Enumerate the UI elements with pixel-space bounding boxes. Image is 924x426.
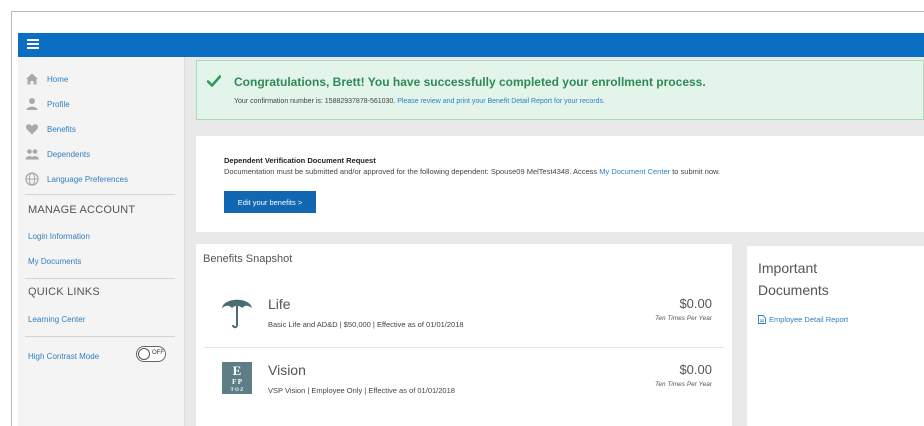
benefit-name: Life xyxy=(268,296,291,312)
svg-text:E: E xyxy=(233,363,242,378)
high-contrast-toggle[interactable]: OFF xyxy=(136,346,166,362)
sidebar-item-language-preferences[interactable]: Language Preferences xyxy=(25,170,128,188)
sidebar-divider xyxy=(25,336,175,337)
people-icon xyxy=(25,147,39,161)
benefits-snapshot-card: Benefits Snapshot Life Basic Life and AD… xyxy=(196,244,732,426)
sidebar-divider xyxy=(25,194,175,195)
frame-border-left xyxy=(11,11,12,426)
success-title: Congratulations, Brett! You have success… xyxy=(234,75,706,89)
benefit-frequency: Ten Times Per Year xyxy=(654,315,712,322)
manage-account-heading: MANAGE ACCOUNT xyxy=(28,204,136,216)
globe-icon xyxy=(25,172,39,186)
benefit-row-vision[interactable]: E F P T O Z Vision VSP Vision | Employee… xyxy=(204,350,724,414)
home-icon xyxy=(25,72,39,86)
confirmation-text: Your confirmation number is: 15882937878… xyxy=(234,98,605,105)
quick-links-heading: QUICK LINKS xyxy=(28,286,100,298)
svg-text:F P: F P xyxy=(232,378,243,386)
umbrella-icon xyxy=(222,299,252,329)
sidebar-item-profile[interactable]: Profile xyxy=(25,95,70,113)
verification-text-end: to submit now. xyxy=(672,167,721,176)
important-documents-card: Important Documents Employee Detail Repo… xyxy=(747,246,924,426)
toggle-knob xyxy=(138,348,150,360)
heart-icon xyxy=(25,122,39,136)
high-contrast-label: High Contrast Mode xyxy=(28,352,100,361)
benefit-amount: $0.00 xyxy=(679,362,712,377)
person-icon xyxy=(25,97,39,111)
checkmark-icon xyxy=(207,75,221,87)
confirmation-number: Your confirmation number is: 15882937878… xyxy=(234,98,396,105)
my-document-center-link[interactable]: My Document Center xyxy=(599,167,670,176)
sidebar-item-label: Profile xyxy=(47,99,70,109)
menu-icon[interactable] xyxy=(27,39,39,50)
benefit-frequency: Ten Times Per Year xyxy=(654,381,712,388)
important-documents-title: Important Documents xyxy=(758,257,829,301)
benefit-description: VSP Vision | Employee Only | Effective a… xyxy=(268,386,455,395)
benefit-detail-report-link[interactable]: Please review and print your Benefit Det… xyxy=(397,98,605,105)
document-icon xyxy=(758,315,766,324)
sidebar: Home Profile Benefits Dependents Languag… xyxy=(18,57,185,426)
sidebar-item-benefits[interactable]: Benefits xyxy=(25,120,76,138)
sidebar-item-home[interactable]: Home xyxy=(25,70,68,88)
sidebar-item-dependents[interactable]: Dependents xyxy=(25,145,90,163)
success-banner: Congratulations, Brett! You have success… xyxy=(196,60,924,120)
docs-title-line: Documents xyxy=(758,282,829,298)
sidebar-item-label: Benefits xyxy=(47,124,76,134)
benefit-amount: $0.00 xyxy=(679,296,712,311)
frame-border-top xyxy=(11,11,924,12)
dependent-verification-card: Dependent Verification Document Request … xyxy=(196,136,924,232)
app-body: Home Profile Benefits Dependents Languag… xyxy=(18,57,924,426)
sidebar-item-label: Language Preferences xyxy=(47,174,128,184)
docs-title-line: Important xyxy=(758,260,818,276)
svg-text:T O Z: T O Z xyxy=(231,388,245,393)
edit-benefits-button[interactable]: Edit your benefits > xyxy=(224,191,316,213)
verification-text: Documentation must be submitted and/or a… xyxy=(224,167,598,176)
benefit-name: Vision xyxy=(268,362,306,378)
sidebar-item-label: Home xyxy=(47,74,69,84)
sidebar-divider xyxy=(25,278,175,279)
employee-detail-report-link[interactable]: Employee Detail Report xyxy=(758,315,848,324)
top-app-bar xyxy=(18,33,924,57)
benefit-row-life[interactable]: Life Basic Life and AD&D | $50,000 | Eff… xyxy=(204,284,724,348)
eye-chart-icon: E F P T O Z xyxy=(222,362,252,394)
toggle-state: OFF xyxy=(152,350,164,356)
learning-center-link[interactable]: Learning Center xyxy=(28,315,85,324)
employee-detail-report-label: Employee Detail Report xyxy=(769,315,849,324)
my-documents-link[interactable]: My Documents xyxy=(28,257,81,266)
benefits-snapshot-title: Benefits Snapshot xyxy=(203,253,293,265)
benefit-description: Basic Life and AD&D | $50,000 | Effectiv… xyxy=(268,320,464,329)
verification-body: Documentation must be submitted and/or a… xyxy=(224,167,720,176)
verification-title: Dependent Verification Document Request xyxy=(224,156,376,165)
screenshot-frame: Home Profile Benefits Dependents Languag… xyxy=(0,0,924,426)
login-information-link[interactable]: Login Information xyxy=(28,232,90,241)
sidebar-item-label: Dependents xyxy=(47,149,91,159)
